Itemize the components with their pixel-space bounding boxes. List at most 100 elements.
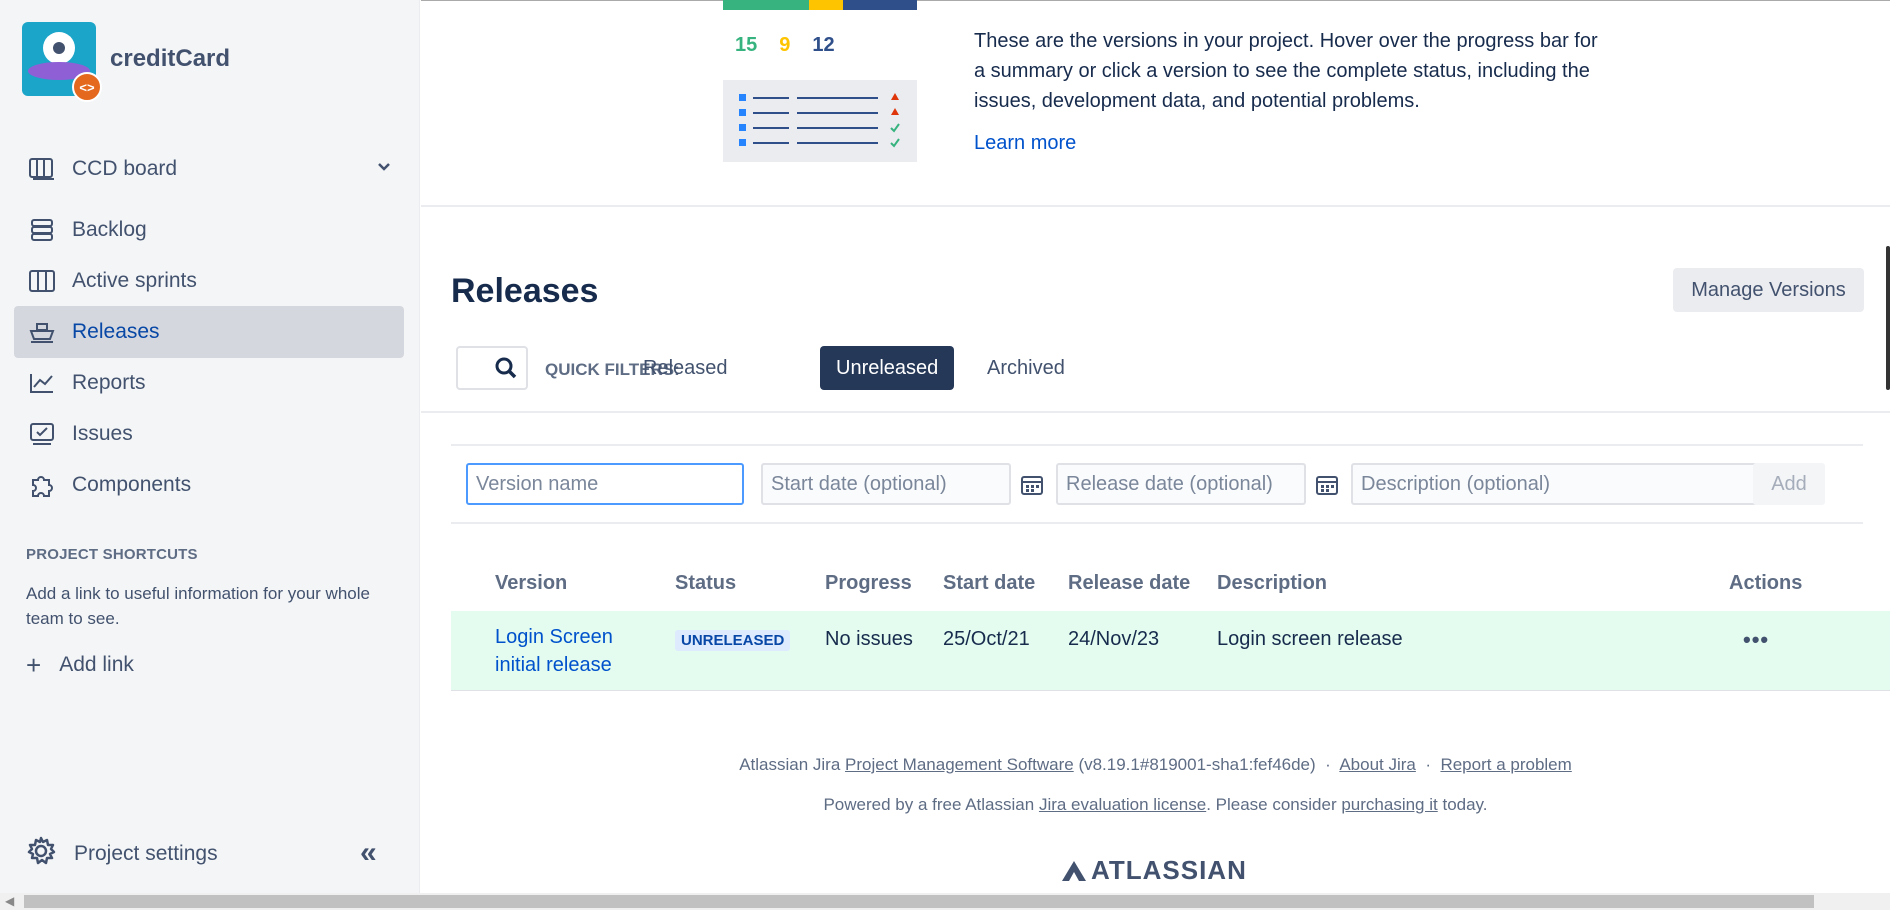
sidebar-item-reports[interactable]: Reports <box>14 357 404 409</box>
sidebar-item-label: Issues <box>72 422 133 445</box>
column-header-status: Status <box>675 572 737 594</box>
sidebar: <> creditCard CCD board Backlog Active s… <box>0 0 420 893</box>
filter-archived[interactable]: Archived <box>971 346 1081 390</box>
column-header-description: Description <box>1217 572 1328 594</box>
evaluation-license-link[interactable]: Jira evaluation license <box>1039 795 1206 814</box>
footer-text: . Please consider <box>1206 795 1337 814</box>
separator: · <box>1425 755 1431 774</box>
footer-text: today. <box>1442 795 1488 814</box>
sidebar-item-issues[interactable]: Issues <box>14 408 404 460</box>
chevron-down-icon[interactable] <box>376 157 392 181</box>
count-done: 15 <box>735 34 758 56</box>
version-text: (v8.19.1#819001-sha1:fef46de) <box>1078 755 1316 774</box>
status-badge: UNRELEASED <box>675 630 791 651</box>
footer-line-1: Atlassian Jira Project Management Softwa… <box>421 755 1890 775</box>
page-title: Releases <box>451 272 599 310</box>
more-actions-icon[interactable]: ••• <box>1743 627 1769 653</box>
sidebar-item-backlog[interactable]: Backlog <box>14 204 404 256</box>
software-project-badge: <> <box>72 72 102 102</box>
separator: · <box>1325 755 1331 774</box>
chart-icon <box>28 369 56 397</box>
description-cell: Login screen release <box>1217 628 1403 650</box>
project-settings-label: Project settings <box>74 842 218 865</box>
progress-cell: No issues <box>825 628 913 650</box>
sidebar-item-label: Releases <box>72 320 160 343</box>
ufo-eye <box>53 42 65 54</box>
release-date-cell: 24/Nov/23 <box>1068 628 1160 650</box>
calendar-icon[interactable] <box>1021 474 1043 501</box>
count-inprogress: 9 <box>779 34 791 56</box>
filter-unreleased[interactable]: Unreleased <box>820 346 955 390</box>
footer-line-2: Powered by a free Atlassian Jira evaluat… <box>421 795 1890 815</box>
column-header-release-date: Release date <box>1068 572 1191 594</box>
puzzle-icon <box>28 471 56 499</box>
shortcuts-description: Add a link to useful information for you… <box>26 584 370 628</box>
add-link-label: Add link <box>59 653 134 676</box>
version-name-input[interactable] <box>466 463 744 505</box>
sidebar-item-board[interactable]: CCD board <box>14 143 404 195</box>
illustration-counts: 15 9 12 <box>735 34 835 57</box>
report-problem-link[interactable]: Report a problem <box>1440 755 1571 774</box>
sidebar-item-label: Components <box>72 473 192 496</box>
top-border <box>421 0 1890 1</box>
column-header-actions: Actions <box>1729 572 1803 594</box>
search-input[interactable] <box>456 346 528 390</box>
project-management-link[interactable]: Project Management Software <box>845 755 1074 774</box>
filter-released[interactable]: Released <box>627 346 744 390</box>
project-name[interactable]: creditCard <box>110 45 230 73</box>
manage-versions-button[interactable]: Manage Versions <box>1673 268 1864 312</box>
main-content: 15 9 12 These are the versions in your p… <box>421 0 1890 893</box>
horizontal-scrollbar[interactable]: ◀ <box>0 893 1890 910</box>
create-version-form: Add <box>451 444 1863 524</box>
releases-intro-text: These are the versions in your project. … <box>974 30 1598 112</box>
section-divider <box>421 205 1890 207</box>
version-link[interactable]: Login Screen initial release <box>495 623 645 679</box>
atlassian-logo[interactable]: ATLASSIAN <box>1061 855 1247 886</box>
count-todo: 12 <box>812 34 835 56</box>
issues-icon <box>28 420 56 448</box>
atlassian-logo-icon <box>1062 860 1086 881</box>
table-row[interactable]: Login Screen initial release UNRELEASED … <box>451 611 1890 691</box>
purchasing-link[interactable]: purchasing it <box>1341 795 1437 814</box>
column-header-start-date: Start date <box>943 572 1036 594</box>
shortcuts-title: PROJECT SHORTCUTS <box>26 546 198 563</box>
project-settings-link[interactable]: Project settings <box>26 836 218 872</box>
footer-text: Powered by a free Atlassian <box>823 795 1035 814</box>
scrollbar-thumb[interactable] <box>24 895 1814 908</box>
sidebar-item-label: Backlog <box>72 218 147 241</box>
collapse-sidebar-icon[interactable]: « <box>360 838 377 868</box>
release-date-input[interactable] <box>1056 463 1306 505</box>
atlassian-wordmark: ATLASSIAN <box>1091 855 1247 885</box>
plus-icon: + <box>26 650 42 680</box>
backlog-icon <box>28 216 56 244</box>
start-date-input[interactable] <box>761 463 1011 505</box>
learn-more-link[interactable]: Learn more <box>974 132 1076 155</box>
sidebar-item-releases[interactable]: Releases <box>14 306 404 358</box>
add-link-button[interactable]: + Add link <box>26 652 134 678</box>
sidebar-item-label: Active sprints <box>72 269 197 292</box>
project-header[interactable]: <> creditCard <box>22 22 230 102</box>
project-avatar[interactable]: <> <box>22 22 102 102</box>
about-jira-link[interactable]: About Jira <box>1339 755 1416 774</box>
add-version-button[interactable]: Add <box>1753 463 1825 505</box>
sidebar-item-label: CCD board <box>72 157 178 180</box>
progress-bar-todo <box>843 0 917 10</box>
status-cell: UNRELEASED <box>675 628 791 651</box>
sidebar-item-components[interactable]: Components <box>14 459 404 511</box>
vertical-scrollbar[interactable] <box>1886 246 1890 390</box>
column-header-progress: Progress <box>825 572 912 594</box>
column-header-version: Version <box>495 572 568 594</box>
description-input[interactable] <box>1351 463 1763 505</box>
progress-bar-inprogress <box>809 0 843 10</box>
footer-text: Atlassian Jira <box>739 755 841 774</box>
progress-bar-done <box>723 0 809 10</box>
calendar-icon[interactable] <box>1316 474 1338 501</box>
sidebar-item-label: Reports <box>72 371 146 394</box>
scroll-left-icon[interactable]: ◀ <box>5 894 14 908</box>
sprint-icon <box>28 267 56 295</box>
gear-icon <box>26 836 56 872</box>
search-icon <box>494 356 518 385</box>
sidebar-item-active-sprints[interactable]: Active sprints <box>14 255 404 307</box>
releases-illustration: 15 9 12 <box>723 0 917 165</box>
filters-divider <box>421 411 1890 413</box>
